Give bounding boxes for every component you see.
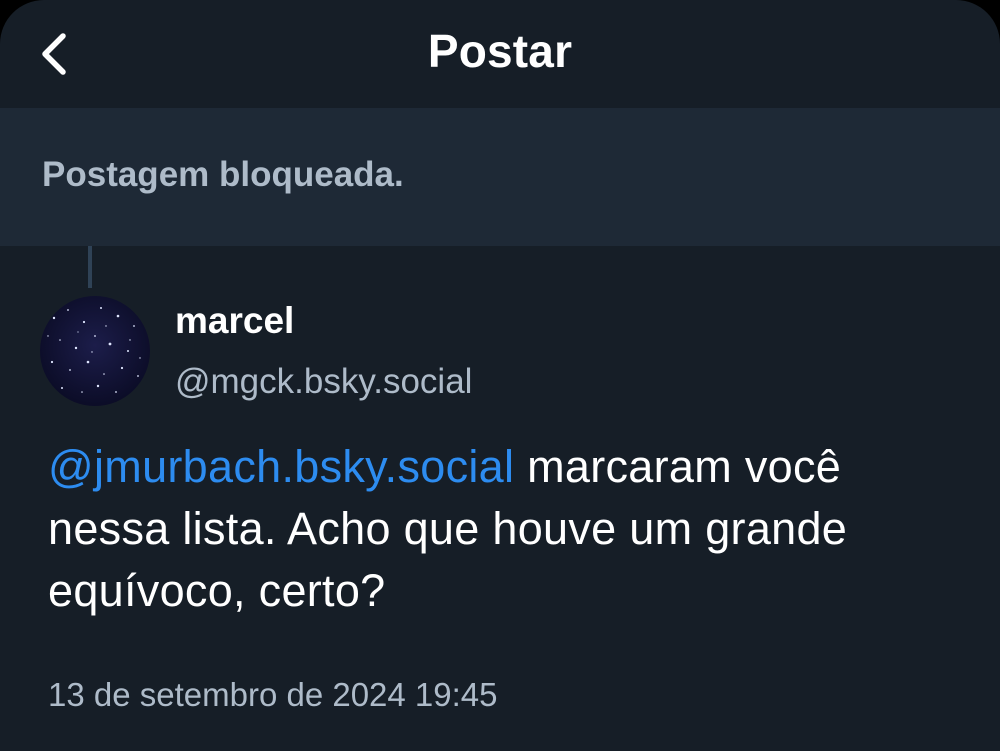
header-bar: Postar	[0, 0, 1000, 108]
page-title: Postar	[427, 25, 573, 77]
chevron-left-icon	[42, 33, 66, 75]
blocked-post-label: Postagem bloqueada.	[42, 155, 404, 194]
avatar[interactable]	[40, 296, 150, 406]
thread-connector-line	[88, 246, 92, 288]
post-text: @jmurbach.bsky.social marcaram você ness…	[48, 436, 968, 622]
mention-link[interactable]: @jmurbach.bsky.social	[48, 441, 514, 492]
back-button[interactable]	[24, 22, 84, 86]
author-display-name[interactable]: marcel	[175, 300, 294, 342]
post-thread-screen: Postar Postagem bloqueada. marcel @mgck.…	[0, 0, 1000, 751]
post-timestamp: 13 de setembro de 2024 19:45	[48, 676, 498, 713]
blocked-post-banner[interactable]: Postagem bloqueada.	[0, 108, 1000, 246]
starry-sky-avatar-image	[40, 296, 150, 406]
author-handle[interactable]: @mgck.bsky.social	[175, 362, 472, 402]
